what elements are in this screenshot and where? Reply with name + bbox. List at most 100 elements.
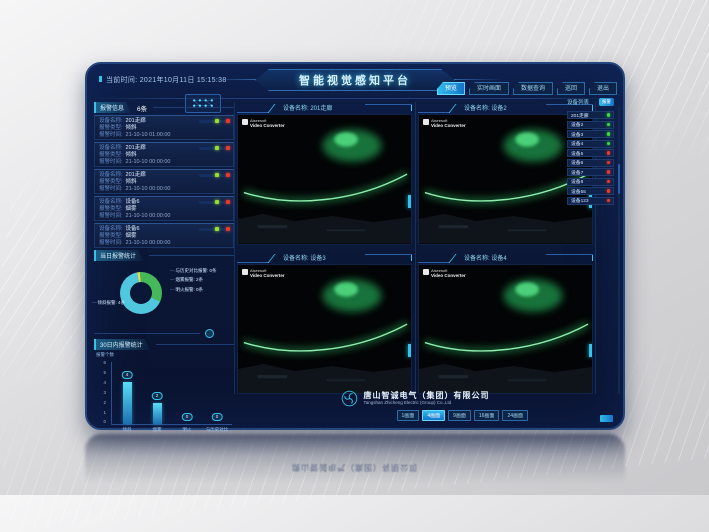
video-panel-header: 设备名称: 201走廊 bbox=[237, 102, 412, 113]
video-feed[interactable]: AiseesoftVideo Converter bbox=[237, 114, 412, 245]
device-status-dot bbox=[607, 180, 611, 184]
bar-1: 4倾斜 bbox=[115, 362, 139, 424]
dashboard-reflection bbox=[85, 434, 625, 492]
video-grid-separator bbox=[415, 102, 416, 394]
video-device-title: 设备名称: 设备4 bbox=[464, 253, 507, 262]
device-status-dot bbox=[607, 132, 611, 136]
left-sidebar: 报警信息 6条 设备名称:201走廊报警类型:倾斜报警时间:21-10-10 0… bbox=[94, 101, 234, 438]
camera-video-frame bbox=[238, 115, 411, 244]
alarm-status-indicator bbox=[199, 174, 229, 177]
device-status-dot bbox=[607, 151, 611, 155]
device-list-item[interactable]: 设备8 bbox=[567, 178, 614, 186]
slash-decoration bbox=[448, 104, 462, 113]
company-name-cn: 唐山智诚电气（集团）有限公司 bbox=[364, 391, 490, 400]
video-device-title: 设备名称: 设备2 bbox=[464, 103, 507, 112]
alarm-item[interactable]: 设备名称:设备6报警类型:烟雾报警时间:21-10-10 00:00:00 bbox=[94, 223, 234, 248]
alarm-list: 设备名称:201走廊报警类型:倾斜报警时间:21-10-10 01:00:00设… bbox=[94, 115, 234, 248]
circuit-divider bbox=[94, 328, 234, 338]
today-alarm-donut-chart: 与历史对比报警: 0条烟雾报警: 2条明火报警: 0条倾斜报警: 4条 bbox=[94, 264, 234, 326]
corner-chip bbox=[600, 415, 613, 422]
device-status-dot bbox=[607, 161, 611, 165]
device-list-item[interactable]: 设备6 bbox=[567, 159, 614, 167]
nav-button-1[interactable]: 预览 bbox=[437, 82, 465, 95]
alarm-info-title: 报警信息 bbox=[94, 102, 131, 113]
slash-decoration bbox=[267, 104, 281, 113]
cyan-accent bbox=[589, 344, 592, 357]
nav-button-4[interactable]: 巡回 bbox=[557, 82, 585, 95]
camera-video-frame bbox=[238, 265, 411, 394]
video-device-title: 设备名称: 设备3 bbox=[283, 253, 326, 262]
device-list-item[interactable]: 设备4 bbox=[567, 140, 614, 148]
app-title-banner: 智能视觉感知平台 bbox=[255, 69, 455, 91]
cyan-accent bbox=[408, 344, 411, 357]
layout-button-9画面[interactable]: 9画面 bbox=[448, 410, 471, 421]
device-alarm-button[interactable]: 报警 bbox=[599, 98, 614, 106]
bar-2: 2烟雾 bbox=[145, 362, 169, 424]
nav-button-5[interactable]: 退出 bbox=[589, 82, 617, 95]
device-list-item[interactable]: 设备123 bbox=[567, 197, 614, 205]
device-status-dot bbox=[607, 113, 611, 117]
cyan-accent bbox=[408, 195, 411, 208]
device-list-item[interactable]: 201走廊 bbox=[567, 111, 614, 119]
scrollbar-decoration[interactable] bbox=[618, 106, 620, 394]
alarm-status-indicator bbox=[199, 228, 229, 231]
layout-button-16画面[interactable]: 16画面 bbox=[474, 410, 500, 421]
alarm-item[interactable]: 设备名称:201走廊报警类型:倾斜报警时间:21-10-10 00:00:00 bbox=[94, 169, 234, 194]
bar-4: 0与历史对比 bbox=[205, 362, 229, 424]
monthly-stats-title: 30日内报警统计 bbox=[94, 339, 150, 350]
main-nav: 预览实时画面数据查询巡回退出 bbox=[437, 82, 617, 95]
video-panel-1: 设备名称: 201走廊 AiseesoftVideo Converter bbox=[237, 102, 412, 245]
device-list-item[interactable]: 设备5 bbox=[567, 149, 614, 157]
device-status-dot bbox=[607, 199, 611, 203]
corner-bracket bbox=[406, 254, 412, 261]
device-list-item[interactable]: 设备7 bbox=[567, 168, 614, 176]
donut-label: 倾斜报警: 4条 bbox=[92, 300, 125, 306]
screen-layout-buttons: 1画面4画面9画面16画面24画面 bbox=[234, 410, 596, 421]
video-watermark: AiseesoftVideo Converter bbox=[423, 269, 466, 278]
corner-bracket bbox=[587, 254, 593, 261]
video-panel-header: 设备名称: 设备4 bbox=[418, 252, 593, 263]
video-grid: 设备名称: 201走廊 AiseesoftVideo Converter 设备名… bbox=[234, 102, 596, 394]
nav-button-2[interactable]: 实时画面 bbox=[469, 82, 509, 95]
alarm-item[interactable]: 设备名称:设备6报警类型:烟雾报警时间:21-10-10 00:00:00 bbox=[94, 196, 234, 221]
device-list-item[interactable]: 设备2 bbox=[567, 121, 614, 129]
donut-ring bbox=[120, 272, 162, 314]
divider bbox=[153, 107, 234, 108]
donut-label: 烟雾报警: 2条 bbox=[170, 277, 203, 283]
alarm-status-indicator bbox=[199, 201, 229, 204]
watermark-logo-icon bbox=[423, 269, 429, 275]
device-list-item[interactable]: 设备55 bbox=[567, 187, 614, 195]
corner-bracket bbox=[406, 104, 412, 111]
y-axis-ticks: 6543210 bbox=[96, 361, 106, 425]
video-watermark: AiseesoftVideo Converter bbox=[423, 119, 466, 128]
watermark-logo-icon bbox=[242, 269, 248, 275]
layout-button-1画面[interactable]: 1画面 bbox=[397, 410, 420, 421]
video-feed[interactable]: AiseesoftVideo Converter bbox=[418, 264, 593, 395]
company-logo-icon bbox=[341, 390, 358, 407]
alarm-item[interactable]: 设备名称:201走廊报警类型:倾斜报警时间:21-10-10 00:00:00 bbox=[94, 142, 234, 167]
nav-button-3[interactable]: 数据查询 bbox=[513, 82, 553, 95]
dashboard-panel: 当前时间: 2021年10月11日 15:15:38 智能视觉感知平台 预览实时… bbox=[85, 62, 625, 430]
device-list-sidebar: 设备列表 报警 201走廊设备2设备3设备4设备5设备6设备7设备8设备55设备… bbox=[567, 97, 614, 206]
alarm-status-indicator bbox=[199, 120, 229, 123]
donut-label: 明火报警: 0条 bbox=[170, 287, 203, 293]
alarm-item[interactable]: 设备名称:201走廊报警类型:倾斜报警时间:21-10-10 01:00:00 bbox=[94, 115, 234, 140]
current-time: 当前时间: 2021年10月11日 15:15:38 bbox=[99, 75, 227, 85]
video-panel-header: 设备名称: 设备3 bbox=[237, 252, 412, 263]
device-status-dot bbox=[607, 189, 611, 193]
alarm-status-indicator bbox=[199, 147, 229, 150]
company-name-en: Tangshan Zhicheng Electric (Group) Co.,L… bbox=[364, 400, 490, 406]
app-title: 智能视觉感知平台 bbox=[299, 72, 411, 88]
video-feed[interactable]: AiseesoftVideo Converter bbox=[237, 264, 412, 395]
layout-button-24画面[interactable]: 24画面 bbox=[502, 410, 528, 421]
device-list-item[interactable]: 设备3 bbox=[567, 130, 614, 138]
device-status-dot bbox=[607, 142, 611, 146]
video-panel-3: 设备名称: 设备3 AiseesoftVideo Converter bbox=[237, 252, 412, 395]
bar-plot-area: 4倾斜2烟雾0明火0与历史对比 bbox=[111, 362, 232, 425]
bar-3: 0明火 bbox=[175, 362, 199, 424]
slash-decoration bbox=[267, 254, 281, 263]
video-watermark: AiseesoftVideo Converter bbox=[242, 269, 285, 278]
layout-button-4画面[interactable]: 4画面 bbox=[422, 410, 445, 421]
watermark-logo-icon bbox=[242, 119, 248, 125]
alarm-count: 6条 bbox=[137, 103, 147, 113]
